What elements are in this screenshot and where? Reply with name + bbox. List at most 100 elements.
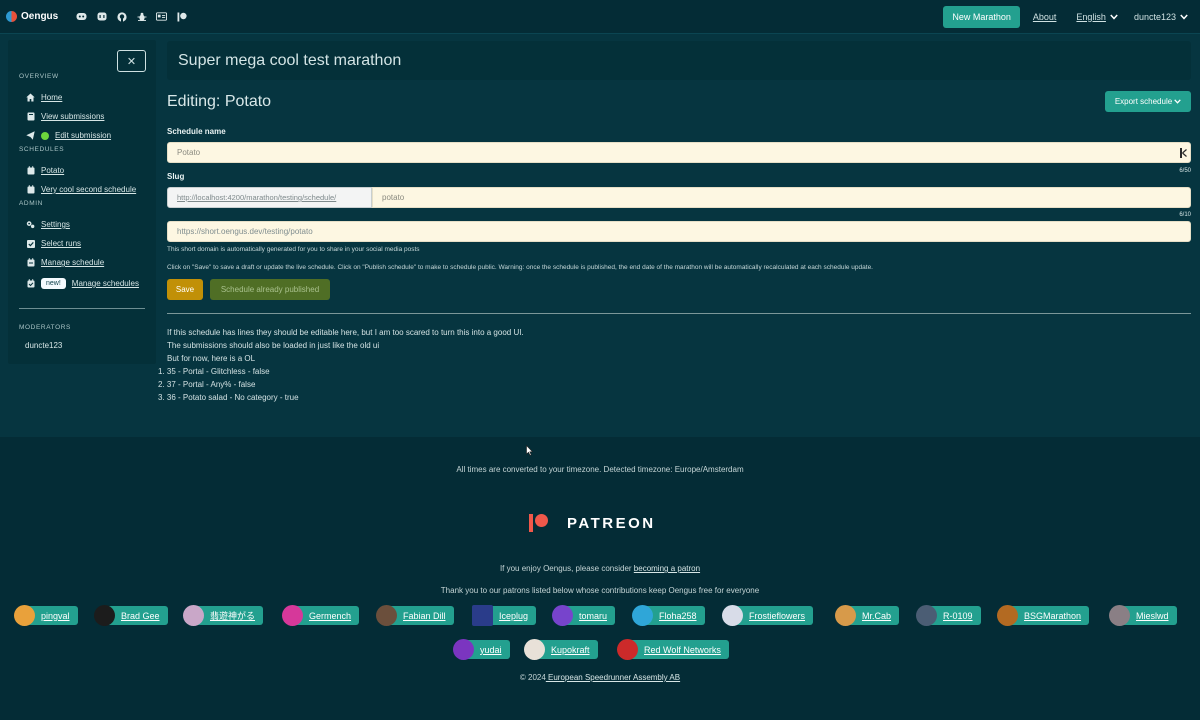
status-dot-icon (41, 131, 49, 140)
page-title: Editing: Potato (167, 93, 272, 110)
export-button-label: Export schedule (1114, 97, 1173, 106)
schedule-published-button[interactable]: Schedule already published (210, 279, 330, 300)
chevron-down-icon[interactable] (1110, 13, 1118, 21)
avatar (183, 605, 204, 626)
sidebar-item-view-submissions[interactable]: View submissions (26, 112, 104, 121)
list-item-text: 36 - Potato salad - No category - true (166, 393, 299, 402)
patron-chip[interactable]: Mieslwd (1109, 605, 1177, 626)
list-item: 2. 37 - Portal - Any% - false (158, 380, 255, 389)
sidebar-item-select-runs[interactable]: Select runs (26, 239, 81, 248)
new-marathon-button[interactable]: New Marathon (943, 5, 1020, 28)
sidebar-item-label: Settings (41, 220, 70, 229)
slug-input[interactable]: potato (372, 187, 1191, 208)
close-sidebar-button[interactable]: ✕ (117, 50, 146, 72)
sidebar-item-label: Potato (41, 166, 65, 175)
bug-icon[interactable] (136, 11, 147, 22)
avatar (472, 605, 493, 626)
patreon-wordmark: PATREON (567, 514, 656, 532)
calendar-icon (26, 185, 35, 194)
github-icon[interactable] (116, 11, 127, 22)
patron-chip[interactable]: Iceplug (472, 605, 537, 626)
patron-chip[interactable]: Germench (282, 605, 360, 626)
sidebar: ✕ OVERVIEW Home View submissions Edit su… (8, 40, 156, 364)
mastodon-icon[interactable] (96, 11, 107, 22)
export-schedule-button[interactable]: Export schedule (1105, 91, 1191, 112)
brand-name: Oengus (21, 11, 59, 22)
sidebar-item-home[interactable]: Home (26, 93, 62, 102)
oengus-logo-icon (6, 11, 17, 22)
home-icon (26, 93, 35, 102)
save-button[interactable]: Save (167, 279, 203, 300)
patreon-logo[interactable]: PATREON (529, 514, 656, 532)
patron-chip[interactable]: Frostieflowers (722, 605, 814, 626)
patron-invite-text: If you enjoy Oengus, please consider (499, 564, 634, 573)
patron-chip[interactable]: BSGMarathon (997, 605, 1090, 626)
sidebar-item-manage-schedule[interactable]: Manage schedule (26, 258, 104, 267)
sidebar-divider (19, 308, 145, 309)
list-item: 3. 36 - Potato salad - No category - tru… (158, 393, 299, 402)
about-link[interactable]: About (1033, 12, 1057, 22)
section-label-schedules: SCHEDULES (19, 146, 65, 153)
language-select[interactable]: English (1076, 12, 1106, 22)
schedule-name-input[interactable]: Potato (167, 142, 1191, 163)
slug-value: potato (382, 193, 405, 202)
marathon-title: Super mega cool test marathon (178, 51, 402, 69)
avatar (835, 605, 856, 626)
patron-chip[interactable]: Brad Gee (94, 605, 168, 626)
info-text-2: The submissions should also be loaded in… (167, 341, 380, 350)
sidebar-item-edit-submission[interactable]: Edit submission (26, 131, 111, 140)
calendar-check-icon (26, 279, 35, 288)
avatar (282, 605, 303, 626)
patron-chip[interactable]: pingval (14, 605, 78, 626)
chevron-down-icon[interactable] (1180, 13, 1188, 21)
patron-chip[interactable]: R-0109 (916, 605, 981, 626)
avatar (376, 605, 397, 626)
esa-link[interactable]: European Speedrunner Assembly AB (546, 673, 680, 682)
avatar (552, 605, 573, 626)
patreon-icon[interactable] (176, 11, 187, 22)
sidebar-item-label: Very cool second schedule (41, 185, 137, 194)
paper-plane-icon (26, 131, 35, 140)
sidebar-item-manage-schedules[interactable]: new! Manage schedules (26, 278, 139, 289)
patron-chip[interactable]: 翡遊神がる (183, 605, 264, 626)
brand-link[interactable]: Oengus (6, 11, 58, 22)
patron-chip[interactable]: Fabian Dill (376, 605, 454, 626)
patron-chip[interactable]: Red Wolf Networks (617, 639, 729, 660)
avatar (997, 605, 1018, 626)
id-card-icon[interactable] (156, 11, 168, 22)
avatar (722, 605, 743, 626)
slug-prefix-link[interactable]: http://localhost:4200/marathon/testing/s… (167, 187, 372, 208)
sidebar-item-settings[interactable]: Settings (26, 220, 70, 229)
close-icon: ✕ (126, 55, 137, 68)
calendar-icon (26, 166, 35, 175)
slug-label: Slug (167, 172, 185, 181)
short-url-field[interactable]: https://short.oengus.dev/testing/potato (167, 221, 1191, 242)
avatar (1109, 605, 1130, 626)
patron-chip[interactable]: Mr.Cab (835, 605, 900, 626)
avatar (632, 605, 653, 626)
calendar-edit-icon (26, 258, 35, 267)
become-patron-link[interactable]: becoming a patron (634, 564, 700, 573)
user-menu[interactable]: duncte123 (1134, 12, 1176, 22)
cogs-icon (26, 220, 35, 229)
avatar (617, 639, 638, 660)
patron-chip[interactable]: Floha258 (632, 605, 705, 626)
section-label-overview: OVERVIEW (19, 73, 59, 80)
save-help: Click on "Save" to save a draft or updat… (167, 264, 873, 271)
sidebar-item-potato[interactable]: Potato (26, 166, 64, 175)
patron-name: BSGMarathon (1008, 606, 1090, 625)
list-number: 1. (158, 367, 167, 376)
sidebar-item-second-schedule[interactable]: Very cool second schedule (26, 185, 136, 194)
info-text-3: But for now, here is a OL (167, 354, 256, 363)
patron-thanks: Thank you to our patrons listed below wh… (440, 586, 760, 595)
timezone-note: All times are converted to your timezone… (456, 465, 744, 474)
patron-invite: If you enjoy Oengus, please consider bec… (0, 564, 1200, 573)
copyright-text: © 2024 (519, 673, 546, 682)
patron-chip[interactable]: tomaru (552, 605, 616, 626)
patron-chip[interactable]: Kupokraft (524, 639, 598, 660)
patron-chip[interactable]: yudai (453, 639, 510, 660)
section-label-admin: ADMIN (19, 200, 43, 207)
avatar (524, 639, 545, 660)
discord-icon[interactable] (76, 11, 87, 22)
check-square-icon (26, 239, 35, 248)
